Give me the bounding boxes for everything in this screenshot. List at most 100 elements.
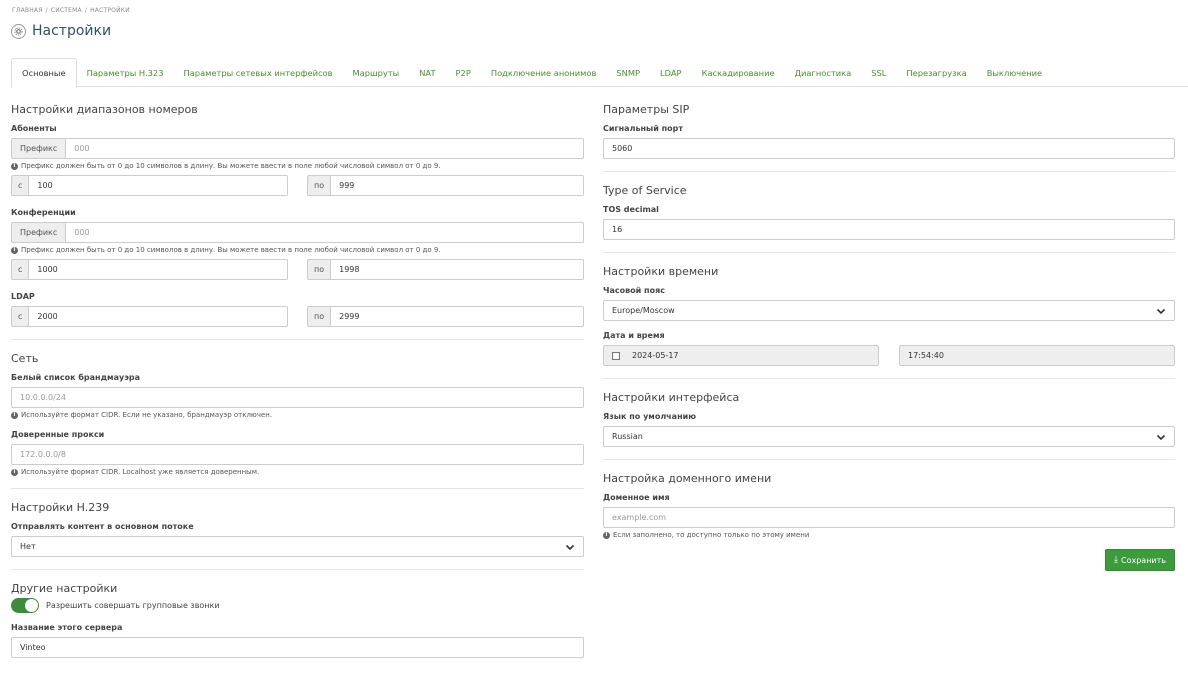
tab-ssl[interactable]: SSL: [861, 58, 896, 87]
divider: [603, 252, 1175, 253]
tos-label: TOS decimal: [603, 205, 659, 214]
firewall-input[interactable]: 10.0.0.0/24: [11, 387, 584, 408]
divider: [11, 339, 584, 340]
group-calls-label: Разрешить совершать групповые звонки: [46, 601, 220, 610]
other-section-title: Другие настройки: [11, 582, 118, 595]
conferences-prefix-input[interactable]: 000: [65, 222, 584, 243]
datetime-row: 2024-05-17 17:54:40: [603, 345, 1175, 366]
divider: [603, 378, 1175, 379]
signal-port-label: Сигнальный порт: [603, 124, 684, 133]
subscribers-prefix-group: Префикс 000: [11, 138, 584, 159]
h239-select-value: Нет: [20, 542, 36, 551]
tab-anonymous[interactable]: Подключение анонимов: [481, 58, 607, 87]
proxies-label: Доверенные прокси: [11, 430, 105, 439]
time-section-title: Настройки времени: [603, 265, 719, 278]
ldap-from-input[interactable]: 2000: [28, 306, 288, 327]
ldap-to-input[interactable]: 2999: [330, 306, 584, 327]
conferences-label: Конференции: [11, 208, 76, 217]
subscribers-from-group: с 100: [11, 175, 288, 196]
conferences-to-input[interactable]: 1998: [330, 259, 584, 280]
group-calls-toggle[interactable]: [11, 598, 39, 613]
timezone-select-value: Europe/Moscow: [612, 306, 675, 315]
subscribers-help: i Префикс должен быть от 0 до 10 символов…: [11, 162, 584, 170]
timezone-select[interactable]: Europe/Moscow: [603, 300, 1175, 321]
subscribers-prefix-input[interactable]: 000: [65, 138, 584, 159]
info-icon: i: [11, 411, 18, 419]
tab-diagnostics[interactable]: Диагностика: [785, 58, 862, 87]
breadcrumb-system[interactable]: СИСТЕМА: [51, 7, 82, 14]
subscribers-from-input[interactable]: 100: [28, 175, 288, 196]
save-button-label: Сохранить: [1121, 555, 1166, 565]
chevron-down-icon: [1156, 434, 1166, 440]
page-title: Настройки: [32, 23, 112, 39]
domain-input[interactable]: example.com: [603, 507, 1175, 528]
divider: [603, 171, 1175, 172]
date-value: 2024-05-17: [632, 351, 679, 360]
info-icon: i: [603, 531, 610, 539]
tab-general[interactable]: Основные: [11, 58, 77, 88]
proxies-input[interactable]: 172.0.0.0/8: [11, 444, 584, 465]
domain-help: i Если заполнено, то доступно только по э…: [603, 531, 1175, 539]
tab-routes[interactable]: Маршруты: [343, 58, 410, 87]
to-addon: по: [307, 175, 331, 196]
from-addon: с: [11, 306, 29, 327]
divider: [11, 488, 584, 489]
domain-group: example.com: [603, 507, 1175, 528]
chevron-down-icon: [1156, 308, 1166, 314]
breadcrumb-home[interactable]: ГЛАВНАЯ: [12, 7, 43, 14]
firewall-label: Белый список брандмауэра: [11, 373, 141, 382]
save-button[interactable]: ⤓ Сохранить: [1105, 549, 1175, 571]
subscribers-to-input[interactable]: 999: [330, 175, 584, 196]
conferences-to-group: по 1998: [307, 259, 584, 280]
subscribers-range: с 100 по 999: [11, 170, 584, 196]
server-name-input[interactable]: Vinteo: [11, 637, 584, 658]
time-group: 17:54:40: [899, 345, 1175, 366]
tab-bar: Основные Параметры H.323 Параметры сетев…: [11, 58, 1188, 88]
ldap-range: с 2000 по 2999: [11, 301, 584, 327]
to-addon: по: [307, 259, 331, 280]
subscribers-label: Абоненты: [11, 124, 57, 133]
h239-select[interactable]: Нет: [11, 536, 584, 557]
tos-input[interactable]: 16: [603, 219, 1175, 240]
tab-ldap[interactable]: LDAP: [650, 58, 692, 87]
manual-time-checkbox[interactable]: [612, 351, 620, 360]
date-input[interactable]: 2024-05-17: [603, 345, 879, 366]
proxies-help: i Используйте формат CIDR. Localhost уже …: [11, 468, 584, 476]
tab-shutdown[interactable]: Выключение: [977, 58, 1052, 87]
ldap-to-group: по 2999: [307, 306, 584, 327]
conferences-from-input[interactable]: 1000: [28, 259, 288, 280]
conferences-from-group: с 1000: [11, 259, 288, 280]
tab-cascading[interactable]: Каскадирование: [692, 58, 785, 87]
info-icon: i: [11, 246, 18, 254]
ldap-label: LDAP: [11, 292, 35, 301]
proxies-group: 172.0.0.0/8: [11, 444, 584, 465]
network-section-title: Сеть: [11, 352, 39, 365]
settings-icon: [11, 23, 26, 39]
h239-section-title: Настройки H.239: [11, 501, 110, 514]
date-group: 2024-05-17: [603, 345, 879, 366]
datetime-label: Дата и время: [603, 331, 665, 340]
tab-nat[interactable]: NAT: [409, 58, 445, 87]
language-select[interactable]: Russian: [603, 426, 1175, 447]
tab-snmp[interactable]: SNMP: [606, 58, 650, 87]
timezone-label: Часовой пояс: [603, 286, 665, 295]
tos-group: 16: [603, 219, 1175, 240]
right-column: Параметры SIP Сигнальный порт 5060 Type …: [603, 87, 1175, 571]
title-row: Настройки: [11, 23, 111, 39]
conferences-help: i Префикс должен быть от 0 до 10 символов…: [11, 246, 584, 254]
tab-network-interfaces[interactable]: Параметры сетевых интерфейсов: [173, 58, 342, 87]
time-input[interactable]: 17:54:40: [899, 345, 1175, 366]
download-icon: ⤓: [1114, 555, 1118, 565]
conferences-range: с 1000 по 1998: [11, 254, 584, 280]
signal-port-input[interactable]: 5060: [603, 138, 1175, 159]
save-wrap: ⤓ Сохранить: [603, 549, 1175, 571]
tos-section-title: Type of Service: [603, 184, 687, 197]
server-name-group: Vinteo: [11, 637, 584, 658]
h239-label: Отправлять контент в основном потоке: [11, 522, 194, 531]
tab-h323[interactable]: Параметры H.323: [77, 58, 174, 87]
tab-reboot[interactable]: Перезагрузка: [896, 58, 976, 87]
tab-p2p[interactable]: P2P: [446, 58, 481, 87]
info-icon: i: [11, 162, 18, 170]
language-label: Язык по умолчанию: [603, 412, 696, 421]
divider: [11, 569, 584, 570]
